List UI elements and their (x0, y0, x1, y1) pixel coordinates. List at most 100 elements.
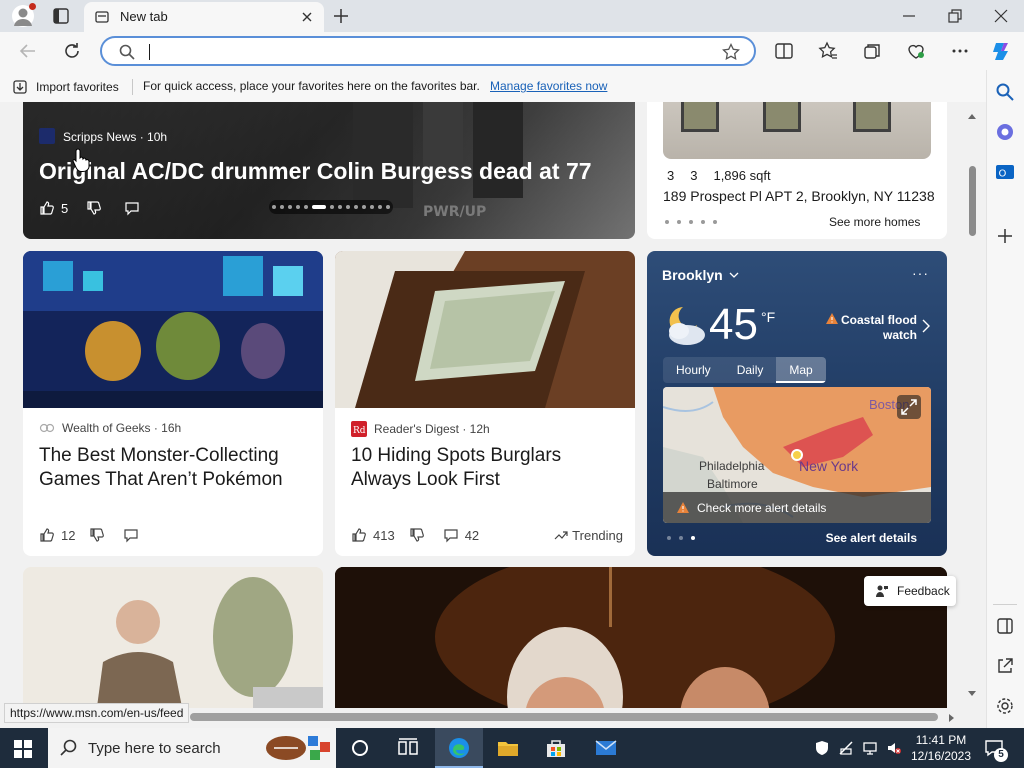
weather-page-dots[interactable] (667, 536, 695, 540)
profile-avatar[interactable] (12, 3, 36, 27)
hero-headline[interactable]: Original AC/DC drummer Colin Burgess dea… (39, 158, 619, 185)
article-headline[interactable]: 10 Hiding Spots Burglars Always Look Fir… (351, 444, 623, 492)
carousel-dot-active[interactable] (312, 205, 326, 209)
tab-hourly[interactable]: Hourly (663, 357, 724, 383)
carousel-dot[interactable] (288, 205, 292, 209)
taskbar-search-box[interactable]: Type here to search (48, 728, 336, 768)
article-card[interactable] (335, 567, 947, 728)
close-window-icon[interactable] (993, 8, 1009, 24)
network-disconnected-icon[interactable] (838, 740, 854, 756)
back-icon[interactable] (18, 41, 38, 61)
like-icon[interactable] (351, 527, 367, 543)
like-icon[interactable] (39, 200, 55, 216)
article-source[interactable]: Rd Reader's Digest · 12h (351, 421, 490, 437)
close-tab-icon[interactable] (300, 10, 314, 24)
tab-actions-icon[interactable] (52, 7, 70, 25)
open-external-icon[interactable] (995, 656, 1015, 676)
security-shield-icon[interactable] (814, 740, 830, 756)
network-icon[interactable] (862, 740, 878, 756)
dislike-icon[interactable] (86, 200, 102, 216)
real-estate-card[interactable]: 3 3 1,896 sqft 189 Prospect Pl APT 2, Br… (647, 102, 947, 239)
copilot-icon[interactable] (990, 39, 1014, 63)
scroll-down-arrow-icon[interactable] (967, 690, 977, 698)
map-alert-bar[interactable]: Check more alert details (663, 492, 931, 523)
dislike-icon[interactable] (89, 527, 105, 543)
carousel-dot[interactable] (362, 205, 366, 209)
import-favorites-button[interactable]: Import favorites (12, 79, 119, 95)
carousel-dots[interactable] (269, 200, 393, 214)
address-bar[interactable] (100, 36, 756, 66)
see-alert-details-link[interactable]: See alert details (826, 531, 917, 545)
chevron-right-icon[interactable] (921, 319, 931, 333)
taskbar-edge-active[interactable] (435, 728, 483, 768)
tab-map[interactable]: Map (776, 357, 826, 383)
weather-card[interactable]: Brooklyn ··· 45 °F Coastal flood watch H… (647, 251, 947, 556)
article-card[interactable]: Rd Reader's Digest · 12h 10 Hiding Spots… (335, 251, 635, 556)
article-headline[interactable]: The Best Monster-Collecting Games That A… (39, 444, 311, 492)
vertical-scrollbar[interactable] (966, 102, 986, 708)
like-icon[interactable] (39, 527, 55, 543)
hero-story-card[interactable]: PWR/UP Scripps News · 10h Original AC/DC… (23, 102, 635, 239)
hero-source[interactable]: Scripps News · 10h (63, 130, 167, 144)
tab-daily[interactable]: Daily (724, 357, 777, 383)
scroll-right-arrow-icon[interactable] (948, 713, 956, 723)
manage-favorites-link[interactable]: Manage favorites now (490, 79, 607, 93)
minimize-icon[interactable] (901, 8, 917, 24)
outlook-icon[interactable]: O (995, 162, 1015, 182)
comment-icon[interactable] (443, 527, 459, 543)
weather-location-selector[interactable]: Brooklyn (662, 267, 739, 283)
see-more-homes-link[interactable]: See more homes (829, 215, 920, 229)
windows-start-icon[interactable] (14, 740, 32, 758)
taskbar-clock[interactable]: 11:41 PM 12/16/2023 (908, 732, 974, 764)
news-feed[interactable]: PWR/UP Scripps News · 10h Original AC/DC… (0, 102, 986, 728)
more-options-icon[interactable] (950, 41, 970, 61)
feedback-button[interactable]: Feedback (864, 576, 956, 606)
horizontal-scroll-thumb[interactable] (190, 713, 938, 721)
weather-alert[interactable]: Coastal flood watch (825, 313, 917, 343)
mail-icon[interactable] (594, 736, 618, 760)
comment-icon[interactable] (123, 527, 139, 543)
carousel-dot[interactable] (304, 205, 308, 209)
weather-more-options-icon[interactable]: ··· (912, 265, 929, 281)
scroll-up-arrow-icon[interactable] (967, 112, 977, 120)
carousel-dot[interactable] (296, 205, 300, 209)
search-icon[interactable] (995, 82, 1015, 102)
task-view-icon[interactable] (396, 736, 420, 760)
microsoft-store-icon[interactable] (544, 736, 568, 760)
carousel-dot[interactable] (378, 205, 382, 209)
restore-icon[interactable] (947, 8, 963, 24)
expand-map-icon[interactable] (897, 395, 921, 419)
carousel-dot[interactable] (272, 205, 276, 209)
new-tab-icon[interactable] (332, 7, 350, 25)
home-address[interactable]: 189 Prospect Pl APT 2, Brooklyn, NY 1123… (663, 188, 935, 204)
article-source[interactable]: Wealth of Geeks · 16h (39, 421, 181, 435)
carousel-dot[interactable] (370, 205, 374, 209)
tab-new-tab[interactable]: New tab (84, 2, 324, 32)
carousel-dot[interactable] (346, 205, 350, 209)
article-card[interactable]: Wealth of Geeks · 16h The Best Monster-C… (23, 251, 323, 556)
dislike-icon[interactable] (409, 527, 425, 543)
home-page-dots[interactable] (665, 220, 717, 224)
carousel-dot[interactable] (386, 205, 390, 209)
file-explorer-icon[interactable] (496, 736, 520, 760)
carousel-dot[interactable] (330, 205, 334, 209)
browser-essentials-icon[interactable] (906, 41, 926, 61)
refresh-icon[interactable] (62, 41, 82, 61)
vertical-scroll-thumb[interactable] (969, 166, 976, 236)
add-favorite-star-icon[interactable] (722, 43, 740, 61)
action-center-button[interactable]: 5 (984, 738, 1008, 762)
comment-icon[interactable] (124, 200, 140, 216)
settings-gear-icon[interactable] (995, 696, 1015, 716)
weather-alert-map[interactable]: Boston Philadelphia New York Baltimore C… (663, 387, 931, 523)
carousel-dot[interactable] (338, 205, 342, 209)
carousel-dot[interactable] (280, 205, 284, 209)
add-sidebar-app-icon[interactable] (995, 226, 1015, 246)
temperature-unit[interactable]: °F (761, 309, 775, 325)
tools-icon[interactable] (995, 122, 1015, 142)
cortana-icon[interactable] (348, 736, 372, 760)
carousel-dot[interactable] (354, 205, 358, 209)
collections-icon[interactable] (862, 41, 882, 61)
address-input[interactable] (152, 40, 712, 62)
split-screen-icon[interactable] (774, 41, 794, 61)
favorites-icon[interactable] (818, 41, 838, 61)
